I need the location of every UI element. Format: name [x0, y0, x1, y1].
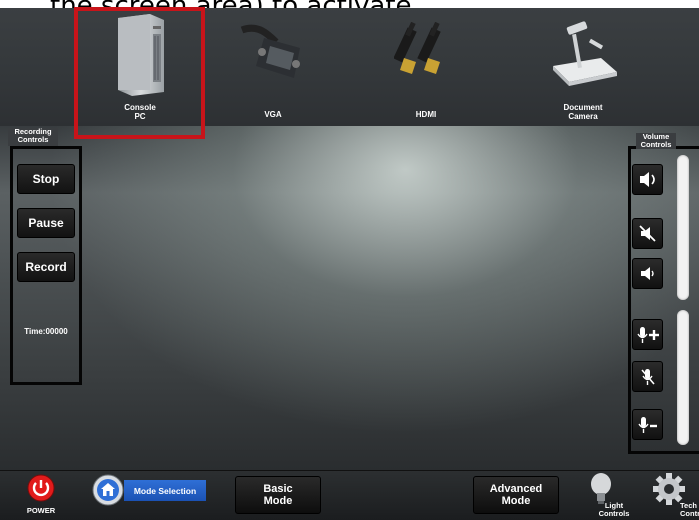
gear-icon	[653, 473, 685, 505]
source-vga[interactable]: VGA	[218, 8, 328, 126]
hdmi-cable-icon	[394, 22, 441, 74]
power-icon	[27, 474, 55, 502]
selected-source-highlight	[74, 7, 205, 139]
volume-down-icon	[641, 267, 654, 280]
mic-down-icon	[638, 417, 657, 433]
power-label: POWER	[26, 506, 56, 515]
mic-volume-slider[interactable]	[677, 310, 689, 445]
mute-icon	[639, 225, 656, 242]
source-document-camera[interactable]: Document Camera	[528, 8, 638, 126]
mic-up-icon	[637, 327, 659, 343]
speaker-volume-slider[interactable]	[677, 155, 689, 300]
mic-down-button[interactable]	[632, 409, 663, 440]
home-icon	[92, 474, 124, 506]
volume-down-button[interactable]	[632, 258, 663, 289]
home-button[interactable]	[92, 474, 124, 506]
tech-controls-label: Tech Controls	[680, 502, 699, 518]
advanced-mode-button[interactable]: Advanced Mode	[473, 476, 559, 514]
volume-controls-title: Volume Controls	[636, 133, 676, 149]
tech-controls-button[interactable]	[652, 472, 686, 506]
power-button[interactable]	[27, 474, 55, 502]
stop-button[interactable]: Stop	[17, 164, 75, 194]
pause-button[interactable]: Pause	[17, 208, 75, 238]
mic-mute-button[interactable]	[632, 361, 663, 392]
recording-controls-title: Recording Controls	[8, 128, 58, 146]
document-camera-icon	[553, 21, 617, 86]
source-hdmi[interactable]: HDMI	[371, 8, 481, 126]
recording-time: Time:00000	[24, 327, 68, 336]
mute-button[interactable]	[632, 218, 663, 249]
record-button[interactable]: Record	[17, 252, 75, 282]
vga-cable-icon	[240, 24, 300, 78]
volume-up-button[interactable]	[632, 164, 663, 195]
basic-mode-button[interactable]: Basic Mode	[235, 476, 321, 514]
mic-mute-icon	[641, 369, 655, 385]
mic-up-button[interactable]	[632, 319, 663, 350]
source-label: Document Camera	[563, 103, 603, 121]
source-label: VGA	[264, 110, 282, 119]
volume-up-icon	[640, 172, 655, 187]
mode-selection-button[interactable]: Mode Selection	[124, 480, 206, 501]
source-label: HDMI	[415, 110, 437, 119]
light-controls-label: Light Controls	[598, 501, 630, 518]
